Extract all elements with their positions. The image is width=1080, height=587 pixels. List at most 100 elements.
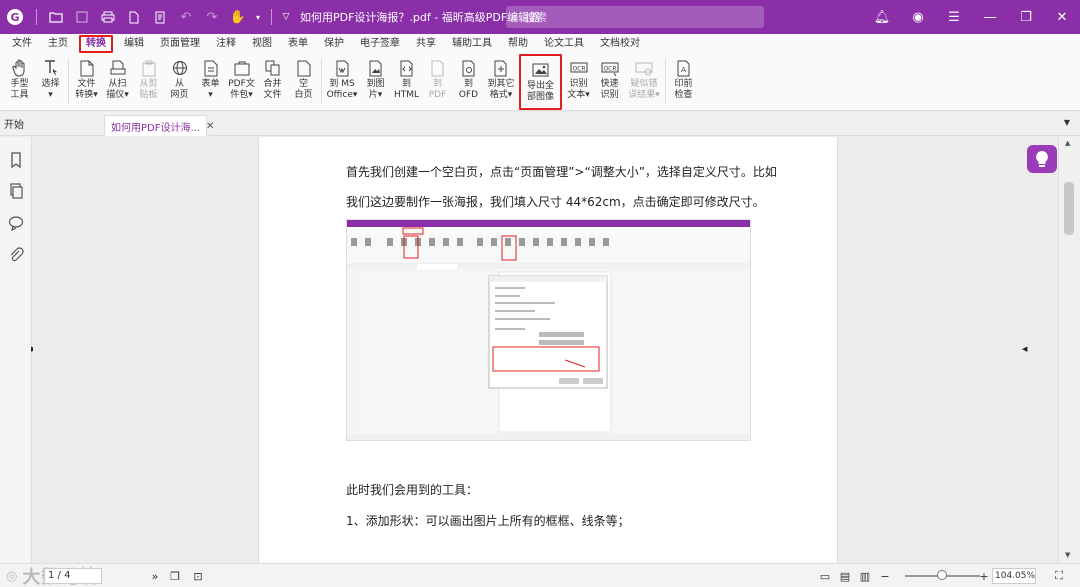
svg-text:A: A <box>681 66 686 74</box>
combine-files-button[interactable]: 合并 文件 <box>257 54 288 110</box>
hand-tool-button[interactable]: 手型 工具 <box>4 54 35 110</box>
menu-comment[interactable]: 注释 <box>208 34 244 54</box>
close-icon[interactable]: ✕ <box>206 121 214 132</box>
menu-e-signature[interactable]: 电子签章 <box>352 34 408 54</box>
form-button[interactable]: 表单 ▾ <box>195 54 226 110</box>
from-scanner-button[interactable]: 从扫 描仪▾ <box>102 54 133 110</box>
export-all-images-button[interactable]: 导出全 部图像 <box>519 54 562 110</box>
zoom-slider-knob[interactable] <box>937 570 947 580</box>
preflight-button[interactable]: A 印前 检查 <box>668 54 699 110</box>
menu-home[interactable]: 主页 <box>40 34 76 54</box>
scrollbar-thumb[interactable] <box>1064 182 1074 235</box>
scroll-up-arrow-icon[interactable]: ▲ <box>1065 139 1070 147</box>
close-button[interactable]: ✕ <box>1044 0 1080 34</box>
menu-share[interactable]: 共享 <box>408 34 444 54</box>
menu-proofreading[interactable]: 文档校对 <box>592 34 648 54</box>
menu-page-management[interactable]: 页面管理 <box>152 34 208 54</box>
menu-help[interactable]: 帮助 <box>500 34 536 54</box>
ribbon-collapse-icon[interactable]: ☰ <box>936 0 972 34</box>
menu-form[interactable]: 表单 <box>280 34 316 54</box>
last-page-icon[interactable]: » <box>147 568 163 584</box>
continuous-view-icon[interactable]: ▤ <box>837 568 853 584</box>
properties-icon[interactable] <box>147 0 173 34</box>
notification-bell-icon[interactable]: 🔔︎ <box>864 0 900 34</box>
document-tabs: 开始 如何用PDF设计海... ✕ ▼ <box>0 112 1080 136</box>
other-format-icon <box>491 57 511 79</box>
ocr-text-button[interactable]: OCR 识别 文本▾ <box>563 54 594 110</box>
svg-text:OCR: OCR <box>603 65 616 72</box>
select-tool-button[interactable]: 选择 ▾ <box>35 54 66 110</box>
menu-file[interactable]: 文件 <box>4 34 40 54</box>
account-icon[interactable]: ◉ <box>900 0 936 34</box>
menu-edit[interactable]: 编辑 <box>116 34 152 54</box>
to-html-button[interactable]: 到 HTML <box>391 54 422 110</box>
new-document-icon[interactable] <box>121 0 147 34</box>
page-number-input[interactable]: 1 / 4 <box>44 568 102 584</box>
page-thumbnail-icon[interactable]: ❐ <box>167 568 183 584</box>
search-placeholder: 搜索 <box>524 11 547 24</box>
blank-page-icon <box>294 57 314 79</box>
blank-page-button[interactable]: 空 白页 <box>288 54 319 110</box>
comments-icon[interactable] <box>8 215 24 232</box>
collapse-panel-arrow-icon[interactable]: ◀ <box>1022 345 1027 353</box>
undo-icon[interactable]: ↶ <box>173 0 199 34</box>
print-icon[interactable] <box>95 0 121 34</box>
tab-start[interactable]: 开始 <box>4 116 24 131</box>
fit-page-icon[interactable]: ⊡ <box>190 568 206 584</box>
scroll-down-arrow-icon[interactable]: ▼ <box>1065 551 1070 559</box>
paragraph: 首先我们创建一个空白页，点击“页面管理”>“调整大小”，选择自定义尺寸。比如 <box>346 165 777 179</box>
suspect-results-button[interactable]: 疑似错 误结果▾ <box>625 54 663 110</box>
attachment-icon[interactable] <box>8 247 24 263</box>
zoom-out-icon[interactable]: − <box>877 568 893 584</box>
pages-icon[interactable] <box>8 183 24 199</box>
html-icon <box>397 57 417 79</box>
open-folder-icon[interactable] <box>43 0 69 34</box>
search-icon: ⌕ <box>512 9 519 24</box>
vertical-scrollbar[interactable]: ▲ ▼ <box>1058 137 1080 563</box>
pdf-portfolio-button[interactable]: PDF文 件包▾ <box>226 54 257 110</box>
restore-button[interactable]: ❐ <box>1008 0 1044 34</box>
export-images-icon <box>531 59 551 81</box>
zoom-level-select[interactable]: 104.05% ▾ <box>992 568 1036 587</box>
from-webpage-button[interactable]: 从 网页 <box>164 54 195 110</box>
to-image-button[interactable]: 到图 片▾ <box>360 54 391 110</box>
tab-document-label: 如何用PDF设计海... <box>111 122 201 134</box>
menu-view[interactable]: 视图 <box>244 34 280 54</box>
ribbon-toolbar: 手型 工具 选择 ▾ 文件 转换▾ 从扫 描仪▾ 从剪 贴板 从 网页 表单 ▾… <box>0 54 1080 111</box>
customize-toolbar-icon[interactable]: ▽ <box>278 0 294 34</box>
redo-icon[interactable]: ↷ <box>199 0 225 34</box>
ofd-icon <box>459 57 479 79</box>
minimize-button[interactable]: — <box>972 0 1008 34</box>
quick-ocr-button[interactable]: OCR 快速 识别 <box>594 54 625 110</box>
save-icon[interactable] <box>69 0 95 34</box>
pdf-icon <box>428 57 448 79</box>
portfolio-icon <box>232 57 252 79</box>
zoom-in-icon[interactable]: + <box>976 568 992 584</box>
to-pdf-button[interactable]: 到 PDF <box>422 54 453 110</box>
menu-convert[interactable]: 转换 <box>79 35 113 53</box>
window-title: 如何用PDF设计海报？.pdf - 福昕高级PDF编辑器 <box>300 11 541 24</box>
fullscreen-icon[interactable]: ⛶ <box>1051 568 1067 584</box>
tab-document[interactable]: 如何用PDF设计海... ✕ <box>104 115 214 136</box>
single-page-view-icon[interactable]: ▭ <box>817 568 833 584</box>
from-clipboard-button[interactable]: 从剪 贴板 <box>133 54 164 110</box>
ai-assistant-lightbulb-icon[interactable] <box>1027 145 1057 173</box>
file-convert-button[interactable]: 文件 转换▾ <box>71 54 102 110</box>
paragraph: 此时我们会用到的工具： <box>346 483 479 497</box>
menu-paper-tools[interactable]: 论文工具 <box>536 34 592 54</box>
facing-view-icon[interactable]: ▥ <box>857 568 873 584</box>
menu-accessibility[interactable]: 辅助工具 <box>444 34 500 54</box>
embedded-screenshot-image <box>346 219 751 441</box>
bookmark-icon[interactable] <box>8 152 24 169</box>
menu-protect[interactable]: 保护 <box>316 34 352 54</box>
chevron-down-icon[interactable]: ▾ <box>251 0 265 34</box>
to-ofd-button[interactable]: 到 OFD <box>453 54 484 110</box>
hand-tool-icon[interactable]: ✋ <box>225 0 251 34</box>
search-input[interactable]: ⌕ 搜索 <box>506 6 764 28</box>
to-other-format-button[interactable]: 到其它 格式▾ <box>484 54 518 110</box>
text-select-icon <box>41 57 61 79</box>
suspect-icon <box>634 57 654 79</box>
to-ms-office-button[interactable]: 到 MS Office▾ <box>324 54 360 110</box>
menu-bar: 文件 主页 转换 编辑 页面管理 注释 视图 表单 保护 电子签章 共享 辅助工… <box>0 34 1080 54</box>
tab-list-chevron-icon[interactable]: ▼ <box>1064 118 1070 127</box>
